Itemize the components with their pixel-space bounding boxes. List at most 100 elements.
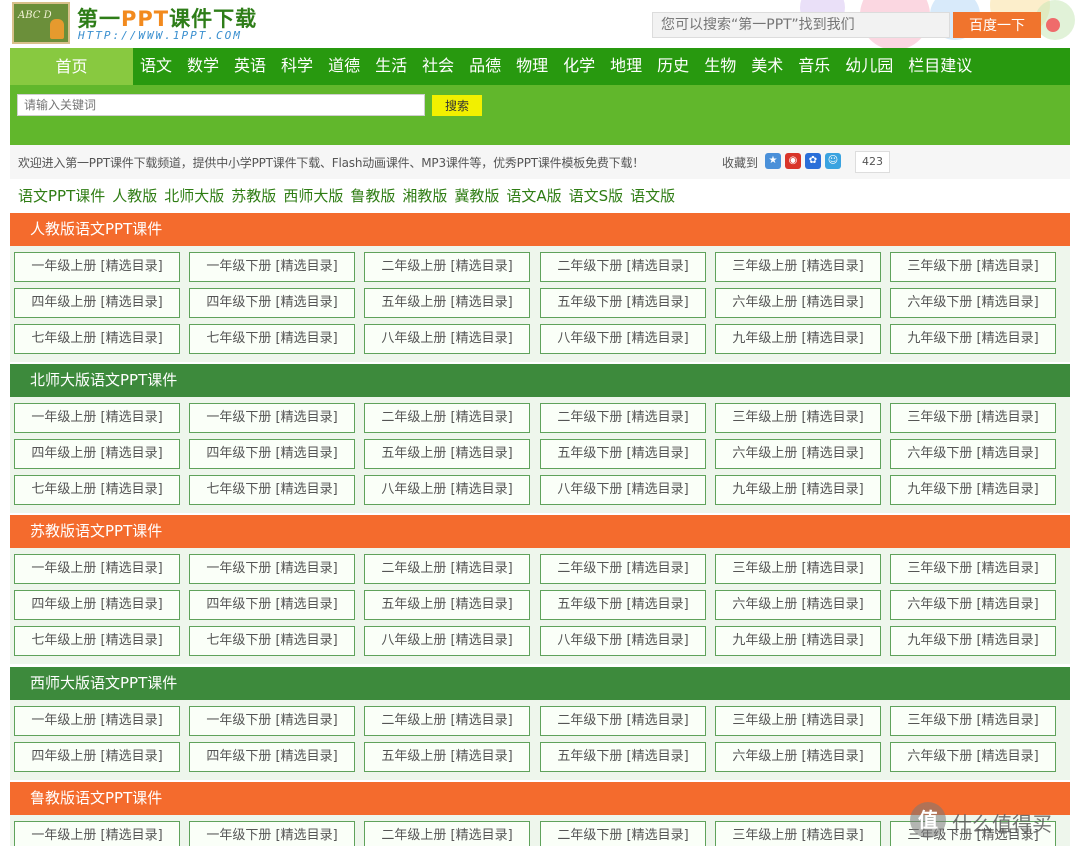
nav-item[interactable]: 地理 [610, 48, 642, 85]
grade-link[interactable]: 二年级上册 [精选目录] [364, 403, 530, 433]
grade-link[interactable]: 三年级下册 [精选目录] [890, 252, 1056, 282]
grade-link[interactable]: 四年级下册 [精选目录] [189, 439, 355, 469]
grade-link[interactable]: 九年级上册 [精选目录] [715, 324, 881, 354]
nav-item[interactable]: 美术 [751, 48, 783, 85]
nav-item[interactable]: 历史 [657, 48, 689, 85]
grade-link[interactable]: 四年级下册 [精选目录] [189, 590, 355, 620]
edition-link[interactable]: 人教版 [112, 185, 157, 206]
nav-item[interactable]: 物理 [516, 48, 548, 85]
nav-item[interactable]: 栏目建议 [908, 48, 972, 85]
edition-link[interactable]: 鲁教版 [350, 185, 395, 206]
grade-link[interactable]: 六年级下册 [精选目录] [890, 590, 1056, 620]
grade-link[interactable]: 四年级下册 [精选目录] [189, 288, 355, 318]
nav-item[interactable]: 音乐 [798, 48, 830, 85]
section-title[interactable]: 苏教版语文PPT课件 [10, 515, 1070, 548]
grade-link[interactable]: 五年级上册 [精选目录] [364, 439, 530, 469]
edition-link[interactable]: 冀教版 [454, 185, 499, 206]
grade-link[interactable]: 七年级下册 [精选目录] [189, 475, 355, 505]
grade-link[interactable]: 五年级下册 [精选目录] [540, 439, 706, 469]
grade-link[interactable]: 一年级上册 [精选目录] [14, 252, 180, 282]
nav-item[interactable]: 化学 [563, 48, 595, 85]
grade-link[interactable]: 八年级下册 [精选目录] [540, 475, 706, 505]
grade-link[interactable]: 一年级下册 [精选目录] [189, 403, 355, 433]
grade-link[interactable]: 一年级下册 [精选目录] [189, 252, 355, 282]
grade-link[interactable]: 六年级上册 [精选目录] [715, 288, 881, 318]
grade-link[interactable]: 二年级上册 [精选目录] [364, 706, 530, 736]
grade-link[interactable]: 二年级下册 [精选目录] [540, 252, 706, 282]
keyword-input[interactable] [17, 94, 425, 116]
grade-link[interactable]: 三年级上册 [精选目录] [715, 821, 881, 846]
grade-link[interactable]: 九年级上册 [精选目录] [715, 475, 881, 505]
grade-link[interactable]: 二年级下册 [精选目录] [540, 706, 706, 736]
grade-link[interactable]: 七年级上册 [精选目录] [14, 626, 180, 656]
grade-link[interactable]: 五年级上册 [精选目录] [364, 742, 530, 772]
nav-item[interactable]: 科学 [281, 48, 313, 85]
grade-link[interactable]: 三年级下册 [精选目录] [890, 706, 1056, 736]
grade-link[interactable]: 四年级上册 [精选目录] [14, 288, 180, 318]
edition-link[interactable]: 苏教版 [231, 185, 276, 206]
grade-link[interactable]: 四年级上册 [精选目录] [14, 590, 180, 620]
grade-link[interactable]: 二年级下册 [精选目录] [540, 821, 706, 846]
grade-link[interactable]: 五年级下册 [精选目录] [540, 590, 706, 620]
grade-link[interactable]: 二年级上册 [精选目录] [364, 554, 530, 584]
grade-link[interactable]: 八年级上册 [精选目录] [364, 324, 530, 354]
baidu-share-icon[interactable]: ✿ [805, 153, 821, 169]
grade-link[interactable]: 八年级上册 [精选目录] [364, 475, 530, 505]
site-logo[interactable]: ABC D [12, 2, 70, 44]
nav-home[interactable]: 首页 [10, 48, 133, 85]
grade-link[interactable]: 七年级上册 [精选目录] [14, 324, 180, 354]
nav-item[interactable]: 道德 [328, 48, 360, 85]
nav-item[interactable]: 社会 [422, 48, 454, 85]
nav-item[interactable]: 幼儿园 [845, 48, 893, 85]
grade-link[interactable]: 三年级上册 [精选目录] [715, 706, 881, 736]
weibo-share-icon[interactable]: ◉ [785, 153, 801, 169]
edition-link[interactable]: 语文PPT课件 [18, 185, 105, 206]
grade-link[interactable]: 三年级下册 [精选目录] [890, 554, 1056, 584]
qq-share-icon[interactable]: ☺ [825, 153, 841, 169]
grade-link[interactable]: 六年级上册 [精选目录] [715, 590, 881, 620]
grade-link[interactable]: 二年级上册 [精选目录] [364, 252, 530, 282]
grade-link[interactable]: 九年级下册 [精选目录] [890, 626, 1056, 656]
edition-link[interactable]: 北师大版 [164, 185, 224, 206]
keyword-search-button[interactable]: 搜索 [432, 95, 482, 116]
edition-link[interactable]: 语文A版 [506, 185, 561, 206]
grade-link[interactable]: 八年级下册 [精选目录] [540, 324, 706, 354]
grade-link[interactable]: 五年级下册 [精选目录] [540, 288, 706, 318]
grade-link[interactable]: 一年级上册 [精选目录] [14, 403, 180, 433]
grade-link[interactable]: 四年级上册 [精选目录] [14, 742, 180, 772]
grade-link[interactable]: 九年级下册 [精选目录] [890, 475, 1056, 505]
edition-link[interactable]: 西师大版 [283, 185, 343, 206]
grade-link[interactable]: 九年级上册 [精选目录] [715, 626, 881, 656]
grade-link[interactable]: 三年级上册 [精选目录] [715, 403, 881, 433]
grade-link[interactable]: 三年级上册 [精选目录] [715, 252, 881, 282]
grade-link[interactable]: 七年级上册 [精选目录] [14, 475, 180, 505]
baidu-search-input[interactable] [652, 12, 950, 38]
grade-link[interactable]: 一年级上册 [精选目录] [14, 706, 180, 736]
nav-item[interactable]: 语文 [140, 48, 172, 85]
grade-link[interactable]: 三年级下册 [精选目录] [890, 403, 1056, 433]
grade-link[interactable]: 六年级下册 [精选目录] [890, 288, 1056, 318]
grade-link[interactable]: 七年级下册 [精选目录] [189, 324, 355, 354]
grade-link[interactable]: 三年级上册 [精选目录] [715, 554, 881, 584]
nav-item[interactable]: 英语 [234, 48, 266, 85]
grade-link[interactable]: 一年级下册 [精选目录] [189, 554, 355, 584]
grade-link[interactable]: 一年级上册 [精选目录] [14, 554, 180, 584]
grade-link[interactable]: 七年级下册 [精选目录] [189, 626, 355, 656]
grade-link[interactable]: 一年级下册 [精选目录] [189, 706, 355, 736]
grade-link[interactable]: 六年级上册 [精选目录] [715, 439, 881, 469]
grade-link[interactable]: 四年级上册 [精选目录] [14, 439, 180, 469]
grade-link[interactable]: 五年级上册 [精选目录] [364, 288, 530, 318]
nav-item[interactable]: 品德 [469, 48, 501, 85]
grade-link[interactable]: 八年级上册 [精选目录] [364, 626, 530, 656]
nav-item[interactable]: 生物 [704, 48, 736, 85]
grade-link[interactable]: 二年级下册 [精选目录] [540, 403, 706, 433]
grade-link[interactable]: 八年级下册 [精选目录] [540, 626, 706, 656]
edition-link[interactable]: 语文S版 [569, 185, 624, 206]
grade-link[interactable]: 四年级下册 [精选目录] [189, 742, 355, 772]
section-title[interactable]: 北师大版语文PPT课件 [10, 364, 1070, 397]
grade-link[interactable]: 六年级下册 [精选目录] [890, 439, 1056, 469]
nav-item[interactable]: 数学 [187, 48, 219, 85]
nav-item[interactable]: 生活 [375, 48, 407, 85]
grade-link[interactable]: 一年级上册 [精选目录] [14, 821, 180, 846]
grade-link[interactable]: 二年级下册 [精选目录] [540, 554, 706, 584]
